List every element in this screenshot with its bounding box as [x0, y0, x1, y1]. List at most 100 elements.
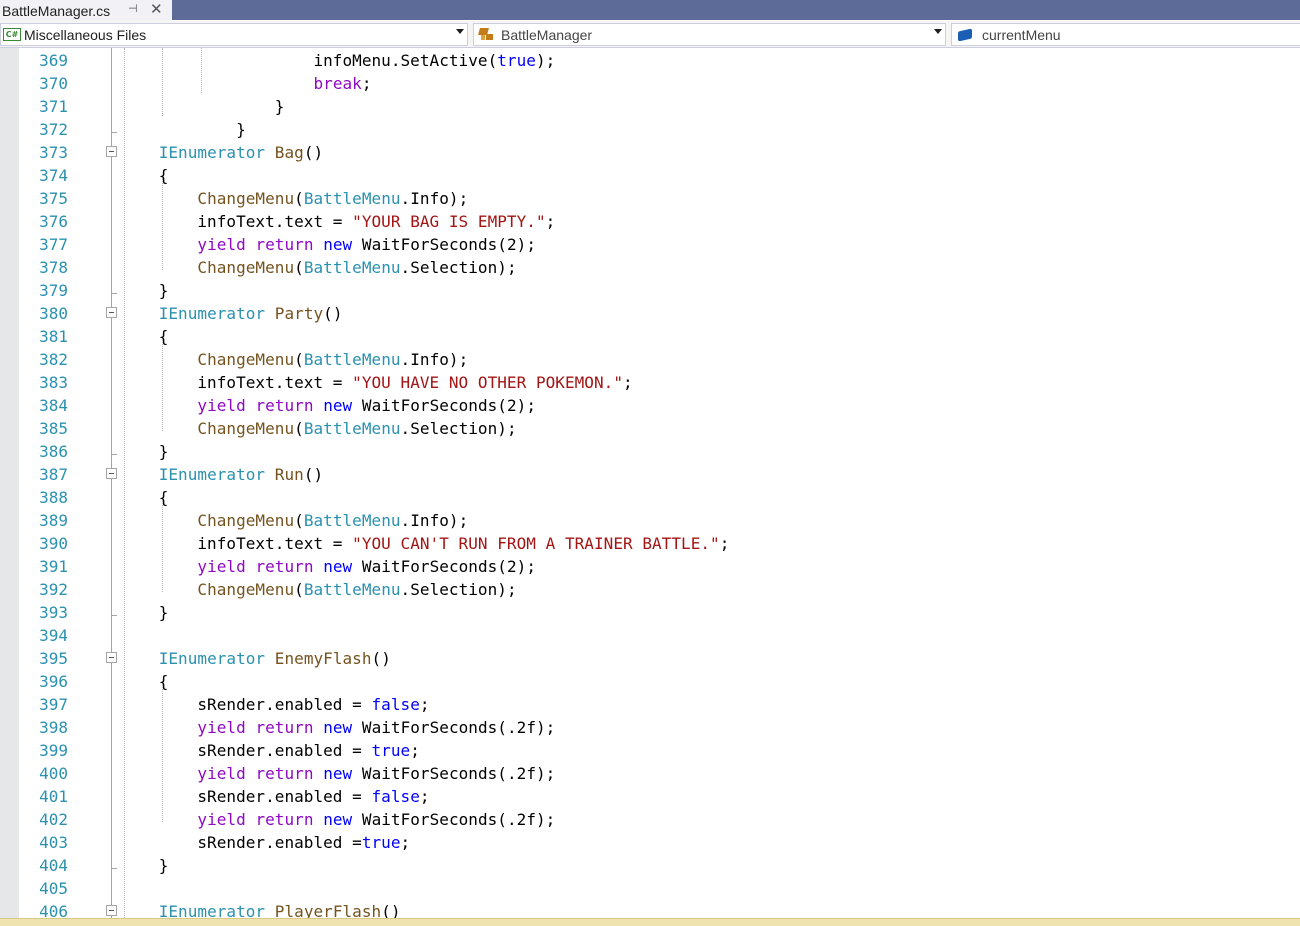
- code-text[interactable]: IEnumerator EnemyFlash(): [120, 649, 391, 668]
- code-line[interactable]: 403 sRender.enabled =true;: [0, 830, 1300, 853]
- line-number: 392: [39, 580, 68, 599]
- code-line[interactable]: 385 ChangeMenu(BattleMenu.Selection);: [0, 416, 1300, 439]
- code-line[interactable]: 383 infoText.text = "YOU HAVE NO OTHER P…: [0, 370, 1300, 393]
- code-text[interactable]: infoText.text = "YOUR BAG IS EMPTY.";: [120, 212, 555, 231]
- code-text[interactable]: ChangeMenu(BattleMenu.Info);: [120, 511, 468, 530]
- code-token: sRender.enabled =: [120, 787, 372, 806]
- code-line[interactable]: 384 yield return new WaitForSeconds(2);: [0, 393, 1300, 416]
- horizontal-scrollbar-area[interactable]: [0, 918, 1300, 926]
- code-line[interactable]: 405: [0, 876, 1300, 899]
- code-line[interactable]: 406 IEnumerator PlayerFlash(): [0, 899, 1300, 918]
- code-text[interactable]: }: [120, 603, 169, 622]
- code-text[interactable]: sRender.enabled = false;: [120, 787, 430, 806]
- code-text[interactable]: break;: [120, 74, 372, 93]
- chevron-down-icon[interactable]: [456, 29, 464, 34]
- code-line[interactable]: 401 sRender.enabled = false;: [0, 784, 1300, 807]
- type-dropdown[interactable]: BattleManager: [473, 23, 946, 46]
- code-text[interactable]: IEnumerator Run(): [120, 465, 323, 484]
- code-line[interactable]: 370 break;: [0, 71, 1300, 94]
- code-text[interactable]: sRender.enabled = false;: [120, 695, 430, 714]
- pin-icon[interactable]: ⊣: [128, 2, 138, 15]
- project-dropdown[interactable]: C# Miscellaneous Files: [0, 23, 468, 46]
- code-line[interactable]: 374 {: [0, 163, 1300, 186]
- code-editor[interactable]: 369 infoMenu.SetActive(true); 370 break; 3…: [0, 48, 1300, 918]
- code-line[interactable]: 380 IEnumerator Party(): [0, 301, 1300, 324]
- line-number: 397: [39, 695, 68, 714]
- code-line[interactable]: 392 ChangeMenu(BattleMenu.Selection);: [0, 577, 1300, 600]
- code-text[interactable]: yield return new WaitForSeconds(.2f);: [120, 810, 555, 829]
- code-line[interactable]: 397 sRender.enabled = false;: [0, 692, 1300, 715]
- code-text[interactable]: infoMenu.SetActive(true);: [120, 51, 555, 70]
- code-line[interactable]: 404 }: [0, 853, 1300, 876]
- code-text[interactable]: ChangeMenu(BattleMenu.Selection);: [120, 419, 517, 438]
- code-text[interactable]: ChangeMenu(BattleMenu.Info);: [120, 350, 468, 369]
- close-icon[interactable]: ✕: [150, 0, 163, 18]
- line-number: 385: [39, 419, 68, 438]
- code-text[interactable]: sRender.enabled = true;: [120, 741, 420, 760]
- code-token: ChangeMenu: [197, 189, 295, 208]
- code-text[interactable]: }: [120, 120, 246, 139]
- code-token: EnemyFlash: [274, 649, 372, 668]
- code-text[interactable]: yield return new WaitForSeconds(2);: [120, 557, 536, 576]
- code-token: new: [323, 557, 353, 576]
- code-text[interactable]: yield return new WaitForSeconds(2);: [120, 235, 536, 254]
- code-line[interactable]: 377 yield return new WaitForSeconds(2);: [0, 232, 1300, 255]
- code-line[interactable]: 390 infoText.text = "YOU CAN'T RUN FROM …: [0, 531, 1300, 554]
- code-text[interactable]: IEnumerator PlayerFlash(): [120, 902, 401, 918]
- code-line[interactable]: 391 yield return new WaitForSeconds(2);: [0, 554, 1300, 577]
- code-line[interactable]: 396 {: [0, 669, 1300, 692]
- code-line[interactable]: 386 }: [0, 439, 1300, 462]
- collapse-icon[interactable]: [106, 652, 117, 663]
- code-text[interactable]: yield return new WaitForSeconds(2);: [120, 396, 536, 415]
- collapse-icon[interactable]: [106, 146, 117, 157]
- code-text[interactable]: ChangeMenu(BattleMenu.Selection);: [120, 258, 517, 277]
- code-text[interactable]: }: [120, 281, 169, 300]
- project-label: Miscellaneous Files: [24, 26, 147, 43]
- code-line[interactable]: 379 }: [0, 278, 1300, 301]
- code-text[interactable]: IEnumerator Bag(): [120, 143, 323, 162]
- code-line[interactable]: 400 yield return new WaitForSeconds(.2f)…: [0, 761, 1300, 784]
- code-line[interactable]: 378 ChangeMenu(BattleMenu.Selection);: [0, 255, 1300, 278]
- line-number: 406: [39, 902, 68, 918]
- code-line[interactable]: 387 IEnumerator Run(): [0, 462, 1300, 485]
- member-dropdown[interactable]: currentMenu: [951, 23, 1300, 46]
- code-text[interactable]: infoText.text = "YOU HAVE NO OTHER POKEM…: [120, 373, 633, 392]
- code-line[interactable]: 399 sRender.enabled = true;: [0, 738, 1300, 761]
- code-line[interactable]: 394: [0, 623, 1300, 646]
- code-text[interactable]: ChangeMenu(BattleMenu.Info);: [120, 189, 468, 208]
- code-line[interactable]: 395 IEnumerator EnemyFlash(): [0, 646, 1300, 669]
- line-number: 378: [39, 258, 68, 277]
- collapse-icon[interactable]: [106, 905, 117, 916]
- code-text[interactable]: IEnumerator Party(): [120, 304, 343, 323]
- code-token: yield: [197, 235, 246, 254]
- code-line[interactable]: 398 yield return new WaitForSeconds(.2f)…: [0, 715, 1300, 738]
- code-text[interactable]: yield return new WaitForSeconds(.2f);: [120, 718, 555, 737]
- collapse-icon[interactable]: [106, 468, 117, 479]
- code-text[interactable]: }: [120, 97, 285, 116]
- code-token: }: [120, 856, 169, 875]
- code-line[interactable]: 382 ChangeMenu(BattleMenu.Info);: [0, 347, 1300, 370]
- code-text[interactable]: }: [120, 442, 169, 461]
- code-line[interactable]: 381 {: [0, 324, 1300, 347]
- code-text[interactable]: ChangeMenu(BattleMenu.Selection);: [120, 580, 517, 599]
- code-token: new: [323, 235, 353, 254]
- collapse-icon[interactable]: [106, 307, 117, 318]
- code-text[interactable]: yield return new WaitForSeconds(.2f);: [120, 764, 555, 783]
- code-line[interactable]: 373 IEnumerator Bag(): [0, 140, 1300, 163]
- code-text[interactable]: sRender.enabled =true;: [120, 833, 410, 852]
- code-line[interactable]: 376 infoText.text = "YOUR BAG IS EMPTY."…: [0, 209, 1300, 232]
- chevron-down-icon[interactable]: [934, 29, 942, 34]
- code-line[interactable]: 393 }: [0, 600, 1300, 623]
- tab-battlemanager[interactable]: BattleManager.cs ⊣ ✕: [0, 0, 172, 21]
- code-line[interactable]: 389 ChangeMenu(BattleMenu.Info);: [0, 508, 1300, 531]
- code-line[interactable]: 371 }: [0, 94, 1300, 117]
- code-line[interactable]: 369 infoMenu.SetActive(true);: [0, 48, 1300, 71]
- code-line[interactable]: 375 ChangeMenu(BattleMenu.Info);: [0, 186, 1300, 209]
- code-line[interactable]: 402 yield return new WaitForSeconds(.2f)…: [0, 807, 1300, 830]
- line-number: 372: [39, 120, 68, 139]
- code-text[interactable]: }: [120, 856, 169, 875]
- code-text[interactable]: infoText.text = "YOU CAN'T RUN FROM A TR…: [120, 534, 729, 553]
- code-line[interactable]: 388 {: [0, 485, 1300, 508]
- code-line[interactable]: 372 }: [0, 117, 1300, 140]
